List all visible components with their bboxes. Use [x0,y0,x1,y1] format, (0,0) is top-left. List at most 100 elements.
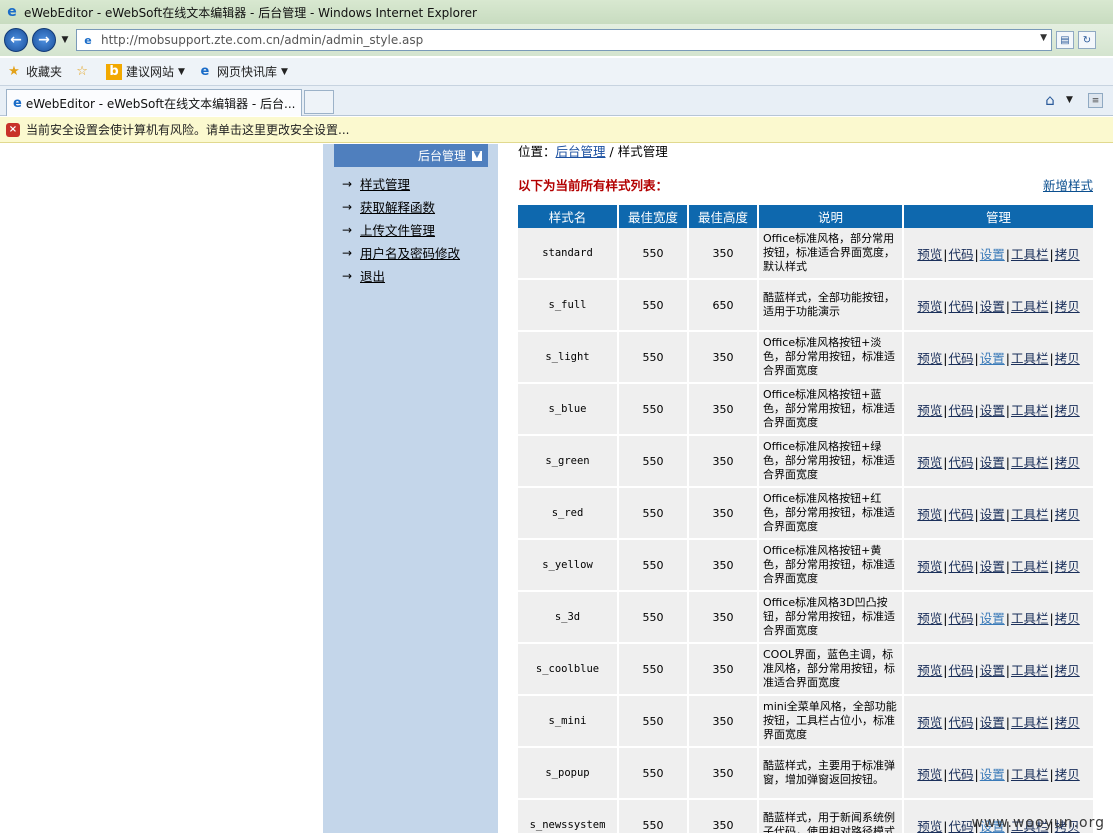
toolbar-link[interactable]: 工具栏 [1011,767,1049,782]
toolbar-link[interactable]: 工具栏 [1011,715,1049,730]
sidebar-item-label[interactable]: 退出 [360,266,385,285]
toolbar-link[interactable]: 工具栏 [1011,507,1049,522]
cell-description: 酷蓝样式，全部功能按钮，适用于功能演示 [759,280,904,332]
copy-link[interactable]: 拷贝 [1055,767,1080,782]
settings-link[interactable]: 设置 [980,403,1005,418]
column-header-manage: 管理 [904,205,1093,228]
preview-link[interactable]: 预览 [917,819,942,833]
web-slice-gallery-button[interactable]: e 网页快讯库 ▼ [197,63,288,80]
forward-button[interactable]: → [32,28,56,52]
code-link[interactable]: 代码 [949,767,974,782]
code-link[interactable]: 代码 [949,247,974,262]
new-style-link[interactable]: 新增样式 [1043,175,1093,194]
settings-link[interactable]: 设置 [980,247,1005,262]
action-separator: | [974,714,979,730]
sidebar-item-password[interactable]: → 用户名及密码修改 [342,243,460,262]
settings-link[interactable]: 设置 [980,767,1005,782]
preview-link[interactable]: 预览 [917,715,942,730]
infobar-message[interactable]: 当前安全设置会使计算机有风险。请单击这里更改安全设置... [26,121,349,138]
arrow-right-icon: → [342,199,353,214]
toolbar-link[interactable]: 工具栏 [1011,403,1049,418]
settings-link[interactable]: 设置 [980,351,1005,366]
copy-link[interactable]: 拷贝 [1055,455,1080,470]
home-button[interactable]: ⌂ [1040,91,1060,109]
address-bar[interactable]: e http://mobsupport.zte.com.cn/admin/adm… [76,29,1052,51]
security-infobar[interactable]: × 当前安全设置会使计算机有风险。请单击这里更改安全设置... [0,117,1113,143]
preview-link[interactable]: 预览 [917,559,942,574]
settings-link[interactable]: 设置 [980,715,1005,730]
toolbar-link[interactable]: 工具栏 [1011,299,1049,314]
feeds-button[interactable]: ≡ [1088,93,1103,108]
settings-link[interactable]: 设置 [980,299,1005,314]
address-url[interactable]: http://mobsupport.zte.com.cn/admin/admin… [101,33,423,47]
table-body: standard 550 350 Office标准风格，部分常用按钮，标准适合界面宽度… [518,228,1093,833]
preview-link[interactable]: 预览 [917,299,942,314]
copy-link[interactable]: 拷贝 [1055,611,1080,626]
cell-description: Office标准风格按钮+蓝色，部分常用按钮，标准适合界面宽度 [759,384,904,436]
settings-link[interactable]: 设置 [980,663,1005,678]
code-link[interactable]: 代码 [949,507,974,522]
collapse-icon[interactable]: ▼ [472,150,482,161]
preview-link[interactable]: 预览 [917,507,942,522]
favorites-button[interactable]: ★ 收藏夹 [6,63,62,80]
code-link[interactable]: 代码 [949,299,974,314]
sidebar-item-get-function[interactable]: → 获取解释函数 [342,197,435,216]
action-separator: | [943,350,948,366]
sidebar-item-logout[interactable]: → 退出 [342,266,385,285]
code-link[interactable]: 代码 [949,351,974,366]
add-favorite-button[interactable]: ☆ [74,64,94,80]
settings-link[interactable]: 设置 [980,455,1005,470]
copy-link[interactable]: 拷贝 [1055,663,1080,678]
toolbar-link[interactable]: 工具栏 [1011,611,1049,626]
history-dropdown-button[interactable]: ▼ [58,31,72,49]
preview-link[interactable]: 预览 [917,663,942,678]
home-dropdown-icon[interactable]: ▼ [1066,95,1073,105]
code-link[interactable]: 代码 [949,559,974,574]
sidebar-item-label[interactable]: 样式管理 [360,174,410,193]
preview-link[interactable]: 预览 [917,611,942,626]
preview-link[interactable]: 预览 [917,403,942,418]
sidebar-item-label[interactable]: 用户名及密码修改 [360,243,460,262]
sidebar-item-label[interactable]: 上传文件管理 [360,220,435,239]
settings-link[interactable]: 设置 [980,611,1005,626]
new-tab-button[interactable] [304,90,334,114]
settings-link[interactable]: 设置 [980,559,1005,574]
address-dropdown-icon[interactable]: ▼ [1040,33,1047,43]
preview-link[interactable]: 预览 [917,455,942,470]
preview-link[interactable]: 预览 [917,767,942,782]
code-link[interactable]: 代码 [949,455,974,470]
tab-active[interactable]: e eWebEditor - eWebSoft在线文本编辑器 - 后台... [6,89,302,116]
copy-link[interactable]: 拷贝 [1055,299,1080,314]
compatibility-view-button[interactable]: ▤ [1056,31,1074,49]
preview-link[interactable]: 预览 [917,247,942,262]
code-link[interactable]: 代码 [949,611,974,626]
suggested-sites-button[interactable]: b 建议网站 ▼ [106,63,185,80]
sidebar-item-label[interactable]: 获取解释函数 [360,197,435,216]
toolbar-link[interactable]: 工具栏 [1011,455,1049,470]
sidebar-item-upload-manage[interactable]: → 上传文件管理 [342,220,435,239]
toolbar-link[interactable]: 工具栏 [1011,663,1049,678]
copy-link[interactable]: 拷贝 [1055,559,1080,574]
code-link[interactable]: 代码 [949,819,974,833]
copy-link[interactable]: 拷贝 [1055,247,1080,262]
action-separator: | [1049,610,1054,626]
refresh-button[interactable]: ↻ [1078,31,1096,49]
copy-link[interactable]: 拷贝 [1055,507,1080,522]
cell-best-height: 350 [689,436,759,488]
preview-link[interactable]: 预览 [917,351,942,366]
copy-link[interactable]: 拷贝 [1055,715,1080,730]
cell-style-name: s_popup [518,748,619,800]
code-link[interactable]: 代码 [949,403,974,418]
sidebar-item-style-manage[interactable]: → 样式管理 [342,174,410,193]
toolbar-link[interactable]: 工具栏 [1011,247,1049,262]
navigation-bar: ← → ▼ e http://mobsupport.zte.com.cn/adm… [0,24,1113,56]
breadcrumb-link-admin[interactable]: 后台管理 [556,144,606,159]
code-link[interactable]: 代码 [949,715,974,730]
copy-link[interactable]: 拷贝 [1055,403,1080,418]
code-link[interactable]: 代码 [949,663,974,678]
toolbar-link[interactable]: 工具栏 [1011,351,1049,366]
copy-link[interactable]: 拷贝 [1055,351,1080,366]
back-button[interactable]: ← [4,28,28,52]
settings-link[interactable]: 设置 [980,507,1005,522]
toolbar-link[interactable]: 工具栏 [1011,559,1049,574]
